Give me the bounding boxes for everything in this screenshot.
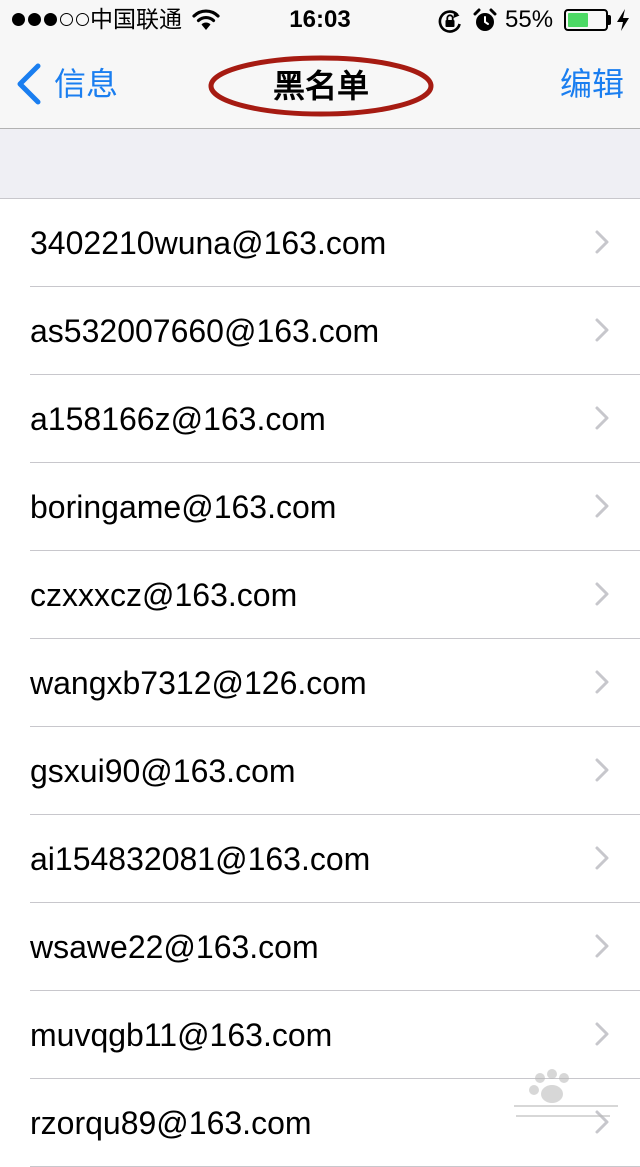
list-item[interactable]: czxxxcz@163.com [0, 551, 640, 639]
list-item[interactable]: muvqgb11@163.com [0, 991, 640, 1079]
chevron-left-icon [17, 63, 41, 105]
blocked-email: a158166z@163.com [30, 401, 326, 437]
chevron-right-icon [595, 846, 609, 870]
chevron-right-icon [595, 1022, 609, 1046]
blocked-email: ai154832081@163.com [30, 841, 371, 877]
back-button[interactable]: 信息 [14, 60, 118, 108]
page-title: 黑名单 [272, 67, 369, 105]
chevron-right-icon [595, 494, 609, 518]
chevron-right-icon [595, 406, 609, 430]
battery-icon [564, 9, 608, 31]
list-item[interactable]: a158166z@163.com [0, 375, 640, 463]
chevron-right-icon [595, 582, 609, 606]
back-button-label: 信息 [54, 65, 119, 103]
list-item[interactable]: boringame@163.com [0, 463, 640, 551]
rotation-lock-icon [437, 8, 463, 41]
blocked-email: wsawe22@163.com [30, 929, 319, 965]
list-item[interactable]: rzorqu89@163.com [0, 1079, 640, 1167]
battery-tip [608, 15, 611, 25]
bolt-icon [616, 8, 630, 39]
chevron-right-icon [595, 230, 609, 254]
list-item[interactable]: gsxui90@163.com [0, 727, 640, 815]
section-header-spacer [0, 129, 640, 199]
list-item[interactable]: ai154832081@163.com [0, 815, 640, 903]
blocked-email: rzorqu89@163.com [30, 1105, 312, 1141]
navigation-bar: 信息 黑名单 编辑 [0, 40, 640, 129]
blocked-email: as532007660@163.com [30, 313, 380, 349]
list-item[interactable]: 3402210wuna@163.com [0, 199, 640, 287]
blocked-email: 3402210wuna@163.com [30, 225, 387, 261]
blocked-email: boringame@163.com [30, 489, 337, 525]
list-item[interactable]: wsawe22@163.com [0, 903, 640, 991]
blocked-email: muvqgb11@163.com [30, 1017, 333, 1053]
title-area: 黑名单 [207, 54, 435, 118]
blocked-email: czxxxcz@163.com [30, 577, 298, 613]
chevron-right-icon [595, 670, 609, 694]
edit-button[interactable]: 编辑 [560, 62, 624, 106]
chevron-right-icon [595, 1110, 609, 1134]
chevron-right-icon [595, 318, 609, 342]
alarm-icon [473, 8, 497, 41]
blocked-email: wangxb7312@126.com [30, 665, 367, 701]
blocked-contacts-list: 3402210wuna@163.com as532007660@163.com … [0, 199, 640, 1167]
blocked-email: gsxui90@163.com [30, 753, 296, 789]
list-item[interactable]: wangxb7312@126.com [0, 639, 640, 727]
chevron-right-icon [595, 758, 609, 782]
battery-percent: 55% [505, 6, 554, 33]
list-item[interactable]: as532007660@163.com [0, 287, 640, 375]
chevron-right-icon [595, 934, 609, 958]
status-bar: 中国联通 16:03 55% [0, 0, 640, 40]
